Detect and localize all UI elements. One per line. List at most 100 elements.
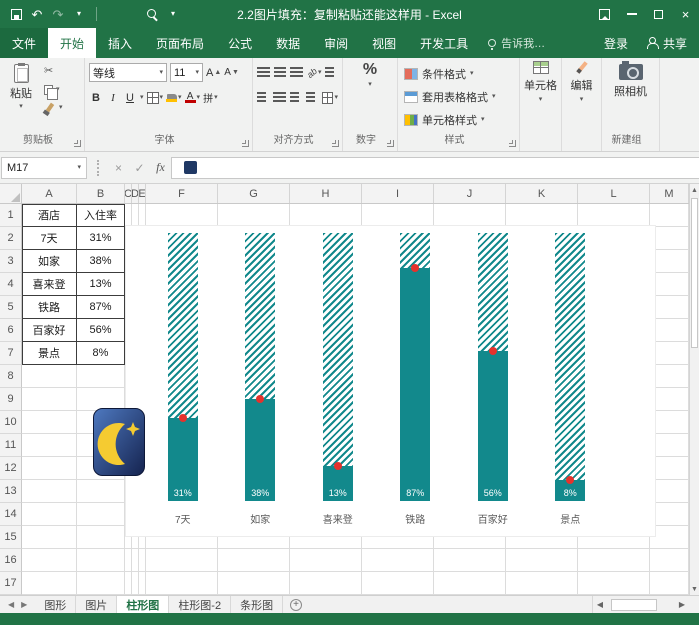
ribbon-display-options-button[interactable] [591,0,618,28]
qat-customize-dropdown[interactable]: ▾ [73,6,85,22]
cell-B17[interactable] [77,572,125,595]
cell-A12[interactable] [22,457,77,480]
styles-item-套用表格格式[interactable]: 套用表格格式 ▾ [402,85,515,108]
cell-M1[interactable] [650,204,689,227]
cell-I16[interactable] [362,549,434,572]
cell-E17[interactable] [139,572,146,595]
ribbon-tab-视图[interactable]: 视图 [360,28,408,58]
ribbon-tab-公式[interactable]: 公式 [216,28,264,58]
cell-F1[interactable] [146,204,218,227]
minimize-button[interactable] [618,0,645,28]
align-top-button[interactable] [257,67,270,78]
cell-M16[interactable] [650,549,689,572]
row-header-2[interactable]: 2 [0,227,22,250]
row-header-15[interactable]: 15 [0,526,22,549]
cell-H16[interactable] [290,549,362,572]
underline-button[interactable]: U [123,89,137,106]
cell-I1[interactable] [362,204,434,227]
maximize-button[interactable] [645,0,672,28]
cell-B6[interactable]: 56% [77,319,125,342]
column-header-H[interactable]: H [290,184,362,203]
cell-F16[interactable] [146,549,218,572]
styles-item-条件格式[interactable]: 条件格式 ▾ [402,62,515,85]
fill-color-button[interactable]: ▾ [166,89,182,106]
align-left-button[interactable] [257,92,270,103]
format-painter-button[interactable]: ▾ [44,101,63,114]
chart-bar-百家好[interactable]: 56% [477,233,508,501]
chart-bar-如家[interactable]: 38% [245,233,276,501]
font-name-combobox[interactable]: 等线 ▾ [89,63,167,82]
column-header-G[interactable]: G [218,184,290,203]
column-header-M[interactable]: M [650,184,689,203]
row-header-14[interactable]: 14 [0,503,22,526]
sheet-tab-图片[interactable]: 图片 [76,596,118,613]
cell-B15[interactable] [77,526,125,549]
ribbon-tab-审阅[interactable]: 审阅 [312,28,360,58]
cell-I17[interactable] [362,572,434,595]
row-header-4[interactable]: 4 [0,273,22,296]
scroll-down-button[interactable]: ▼ [690,583,699,595]
column-header-C[interactable]: C [125,184,132,203]
cell-A2[interactable]: 7天 [22,227,77,250]
insert-function-button[interactable]: fx [150,160,171,175]
cell-A13[interactable] [22,480,77,503]
bold-button[interactable]: B [89,89,103,106]
column-header-I[interactable]: I [362,184,434,203]
column-header-D[interactable]: D [132,184,139,203]
percent-style-button[interactable]: % [363,62,377,78]
dialog-launcher-icon[interactable] [387,140,394,147]
cell-J16[interactable] [434,549,506,572]
chart-bar-7天[interactable]: 31% [167,233,198,501]
chart-bar-景点[interactable]: 8% [555,233,586,501]
shrink-font-button[interactable]: A ▼ [224,64,239,81]
cell-A1[interactable]: 酒店 [22,204,77,227]
cell-C17[interactable] [125,572,132,595]
grow-font-button[interactable]: A ▲ [206,64,221,81]
row-header-10[interactable]: 10 [0,411,22,434]
cell-A9[interactable] [22,388,77,411]
row-header-7[interactable]: 7 [0,342,22,365]
cell-A3[interactable]: 如家 [22,250,77,273]
sheet-tab-图形[interactable]: 图形 [35,596,77,613]
cut-button[interactable]: ✂ [44,65,63,78]
name-box[interactable]: M17 ▾ [1,156,87,179]
wrap-text-button[interactable] [325,67,339,78]
camera-button[interactable]: 照相机 [602,58,659,134]
cell-A4[interactable]: 喜来登 [22,273,77,296]
horizontal-scroll-track[interactable] [607,598,675,611]
ribbon-tab-告诉我…[interactable]: 告诉我… [480,28,553,58]
column-header-L[interactable]: L [578,184,650,203]
column-header-K[interactable]: K [506,184,578,203]
cell-A11[interactable] [22,434,77,457]
sheet-tab-柱形图[interactable]: 柱形图 [117,596,170,613]
cell-E16[interactable] [139,549,146,572]
cell-A8[interactable] [22,365,77,388]
decrease-indent-button[interactable] [305,92,319,103]
column-header-A[interactable]: A [22,184,77,203]
row-header-12[interactable]: 12 [0,457,22,480]
cancel-button[interactable]: × [108,161,129,175]
cell-M17[interactable] [650,572,689,595]
ribbon-tab-文件[interactable]: 文件 [0,28,49,58]
cell-B7[interactable]: 8% [77,342,125,365]
chevron-down-icon[interactable]: ▾ [140,94,144,101]
ribbon-tab-页面布局[interactable]: 页面布局 [144,28,216,58]
borders-button[interactable]: ▾ [146,89,163,106]
column-header-B[interactable]: B [77,184,125,203]
horizontal-scroll-thumb[interactable] [611,598,657,611]
save-button[interactable] [10,6,22,22]
cell-G16[interactable] [218,549,290,572]
cell-A6[interactable]: 百家好 [22,319,77,342]
cell-A14[interactable] [22,503,77,526]
sheet-nav-left-button[interactable]: ◀ [8,600,14,609]
row-header-17[interactable]: 17 [0,572,22,595]
align-right-button[interactable] [289,92,302,103]
align-middle-button[interactable] [273,67,287,78]
cell-B16[interactable] [77,549,125,572]
formula-input[interactable] [171,156,699,179]
row-header-8[interactable]: 8 [0,365,22,388]
cell-B2[interactable]: 31% [77,227,125,250]
cell-J17[interactable] [434,572,506,595]
cell-A7[interactable]: 景点 [22,342,77,365]
moon-app-icon[interactable] [93,408,145,476]
